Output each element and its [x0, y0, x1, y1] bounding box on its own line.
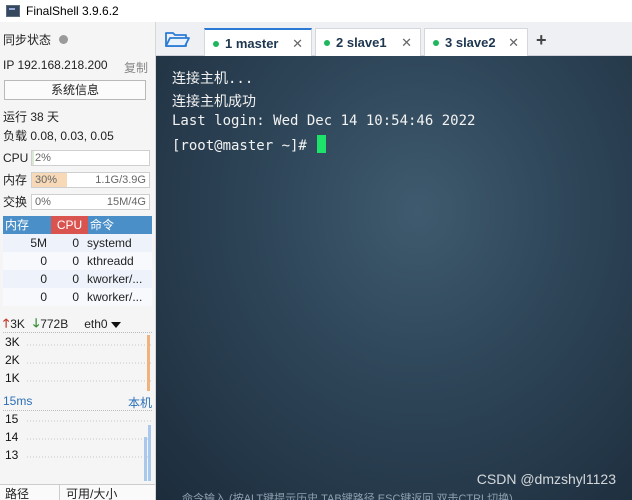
network-chart-plot — [27, 335, 152, 391]
sync-status: 同步状态 — [3, 30, 69, 48]
sync-status-icon — [59, 34, 69, 44]
swap-value: 15M/4G — [106, 196, 146, 208]
chevron-down-icon — [110, 322, 121, 328]
process-cpu: 0 — [72, 254, 79, 268]
table-row[interactable]: 0 0 kthreadd — [3, 252, 152, 270]
memory-meter: 30% 1.1G/3.9G — [31, 172, 150, 188]
app-title: FinalShell 3.9.6.2 — [26, 4, 119, 18]
close-icon[interactable]: ✕ — [508, 35, 519, 51]
command-input-hint[interactable]: 命令输入 (按ALT键提示历史,TAB键路径,ESC键返回,双击CTRL切换) — [182, 490, 612, 500]
latency-value: 15ms — [3, 394, 33, 408]
network-interface-select[interactable]: eth0 — [84, 317, 121, 331]
prompt-text: [root@master ~]# — [172, 138, 316, 154]
session-tab-bar: 1 master ✕ 2 slave1 ✕ 3 slave2 ✕ + — [156, 22, 632, 57]
process-command: kworker/... — [87, 272, 143, 286]
process-memory: 0 — [40, 272, 47, 286]
ip-address: IP 192.168.218.200 — [3, 58, 108, 72]
table-row[interactable]: 0 0 kworker/... — [3, 270, 152, 288]
download-rate: 772B — [40, 317, 69, 331]
connected-dot-icon — [324, 39, 330, 46]
uptime: 运行 38 天 — [3, 109, 60, 124]
load-average: 负载 0.08, 0.03, 0.05 — [3, 128, 114, 143]
tab-label: 1 master — [225, 36, 279, 51]
terminal-line: Last login: Wed Dec 14 10:54:46 2022 — [172, 113, 476, 129]
cpu-meter-label: CPU — [3, 151, 29, 165]
column-available-size[interactable]: 可用/大小 — [60, 485, 117, 500]
swap-percent: 0% — [35, 196, 51, 208]
title-bar: FinalShell 3.9.6.2 — [0, 0, 632, 22]
column-path[interactable]: 路径 — [0, 485, 60, 500]
column-command[interactable]: 命令 — [88, 216, 152, 234]
latency-target[interactable]: 本机 — [128, 394, 152, 411]
app-icon — [6, 5, 20, 17]
process-memory: 0 — [40, 290, 47, 304]
watermark: CSDN @dmzshyl1123 — [476, 471, 616, 487]
terminal-prompt: [root@master ~]# — [172, 135, 327, 154]
cpu-meter: 2% — [31, 150, 150, 166]
process-command: systemd — [87, 236, 132, 250]
process-command: kthreadd — [87, 254, 134, 268]
swap-meter-label: 交换 — [3, 195, 28, 209]
process-memory: 5M — [30, 236, 47, 250]
table-row[interactable]: 0 0 kworker/... — [3, 288, 152, 306]
network-interface: eth0 — [84, 317, 108, 331]
memory-meter-label: 内存 — [3, 173, 28, 187]
cpu-percent: 2% — [35, 152, 51, 164]
upload-rate: 3K — [10, 317, 25, 331]
column-cpu[interactable]: CPU — [51, 216, 88, 234]
add-tab-button[interactable]: + — [536, 30, 547, 51]
sidebar: 同步状态 IP 192.168.218.200 复制 系统信息 运行 38 天 … — [0, 22, 156, 500]
terminal-cursor — [317, 135, 327, 153]
process-memory: 0 — [40, 254, 47, 268]
latency-chart-plot — [27, 420, 152, 481]
memory-percent: 30% — [35, 174, 58, 186]
column-memory[interactable]: 内存 — [3, 216, 51, 234]
tab-master[interactable]: 1 master ✕ — [204, 28, 312, 57]
network-header: 🡑 3K 🡓 772B eth0 — [3, 316, 121, 332]
table-row[interactable]: 5M 0 systemd — [3, 234, 152, 252]
process-table: 内存 CPU 命令 5M 0 systemd 0 0 kthreadd 0 0 … — [3, 216, 152, 306]
memory-value: 1.1G/3.9G — [95, 174, 146, 186]
terminal-pane[interactable]: 连接主机... 连接主机成功 Last login: Wed Dec 14 10… — [156, 56, 632, 500]
process-cpu: 0 — [72, 272, 79, 286]
process-cpu: 0 — [72, 290, 79, 304]
folder-icon[interactable] — [164, 28, 190, 50]
tab-slave2[interactable]: 3 slave2 ✕ — [424, 28, 528, 56]
file-list-header: 路径 可用/大小 — [0, 484, 155, 500]
close-icon[interactable]: ✕ — [401, 35, 412, 51]
connected-dot-icon — [433, 39, 439, 46]
process-command: kworker/... — [87, 290, 143, 304]
copy-ip-link[interactable]: 复制 — [124, 59, 148, 76]
tab-label: 2 slave1 — [336, 35, 387, 50]
cpu-meter-fill — [32, 151, 34, 165]
connected-dot-icon — [213, 40, 219, 47]
process-table-header: 内存 CPU 命令 — [3, 216, 152, 234]
swap-meter: 0% 15M/4G — [31, 194, 150, 210]
process-cpu: 0 — [72, 236, 79, 250]
tab-slave1[interactable]: 2 slave1 ✕ — [315, 28, 421, 56]
latency-chart: 15 14 13 — [3, 410, 152, 490]
tab-label: 3 slave2 — [445, 35, 496, 50]
latency-header: 15ms 本机 — [3, 394, 152, 410]
system-info-button[interactable]: 系统信息 — [4, 80, 146, 100]
sync-label: 同步状态 — [3, 32, 52, 47]
ip-row: IP 192.168.218.200 — [3, 56, 108, 74]
close-icon[interactable]: ✕ — [292, 36, 303, 52]
terminal-line: 连接主机... — [172, 71, 254, 87]
terminal-line: 连接主机成功 — [172, 94, 256, 110]
